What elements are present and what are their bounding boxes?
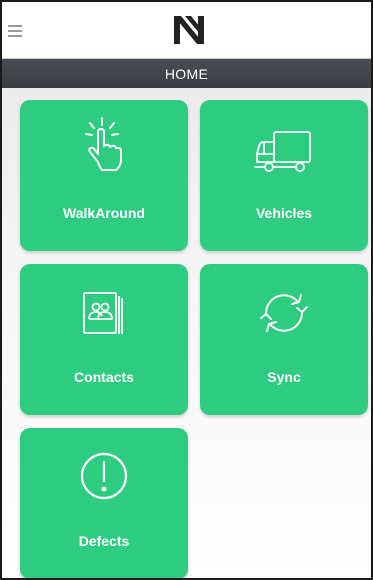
exclamation-circle-icon (80, 452, 128, 500)
top-bar (2, 2, 371, 59)
app-frame: HOME WalkAround Vehicles Contacts Sync D… (0, 0, 373, 580)
tap-hand-icon (85, 117, 122, 171)
page-title: HOME (164, 65, 209, 82)
defects-tile[interactable]: Defects (20, 428, 188, 578)
address-book-icon (83, 292, 123, 334)
vehicles-tile[interactable]: Vehicles (200, 100, 368, 251)
vehicles-label: Vehicles (255, 205, 313, 221)
sync-tile[interactable]: Sync (200, 264, 368, 415)
sync-icon (260, 294, 308, 332)
truck-icon (254, 131, 311, 172)
hamburger-menu-icon[interactable] (6, 17, 30, 41)
sync-label: Sync (267, 369, 301, 385)
page-title-bar: HOME (2, 59, 371, 88)
defects-label: Defects (78, 533, 130, 549)
walkaround-label: WalkAround (63, 205, 145, 221)
contacts-label: Contacts (74, 369, 134, 385)
brand-logo-icon (174, 16, 204, 44)
contacts-tile[interactable]: Contacts (20, 264, 188, 415)
walkaround-tile[interactable]: WalkAround (20, 100, 188, 251)
